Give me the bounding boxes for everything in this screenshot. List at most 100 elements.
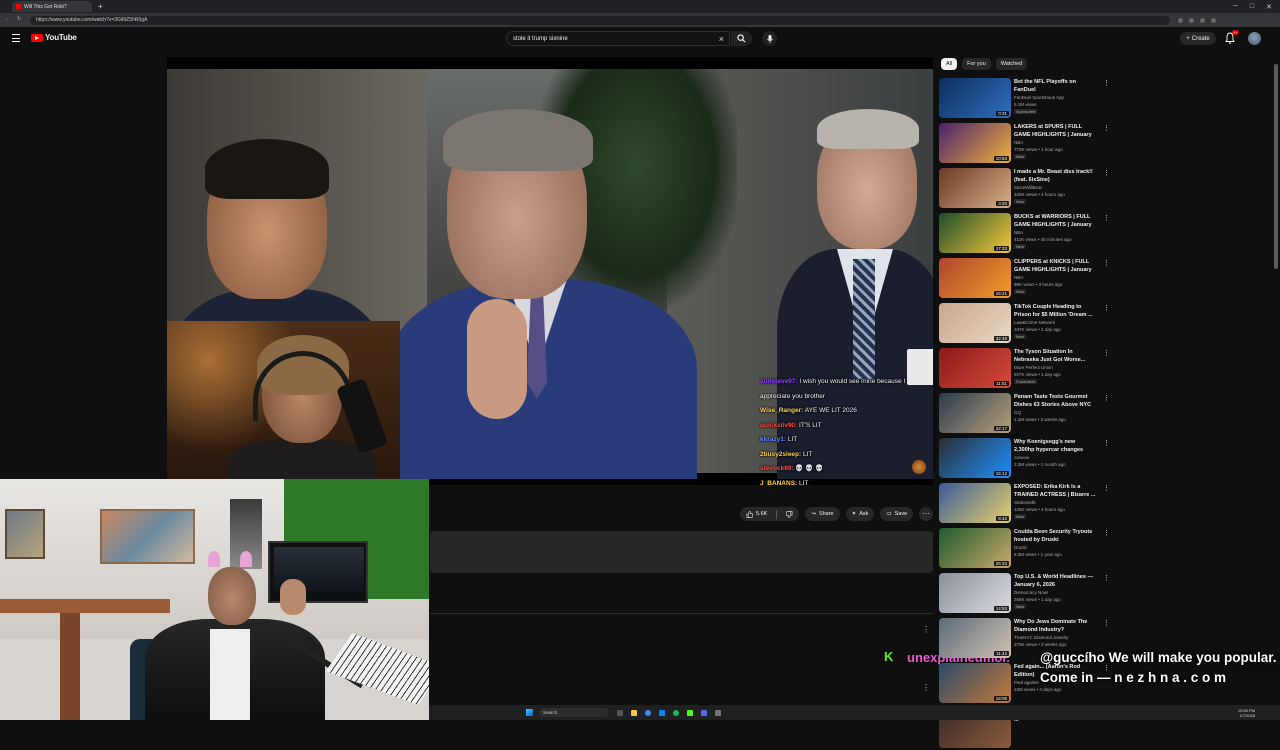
browser-tab[interactable]: Will This Get Rekt? <box>12 1 92 12</box>
video-menu-icon[interactable]: ⋮ <box>1103 664 1110 672</box>
channel-name[interactable]: Paul againts <box>1014 680 1039 685</box>
save-button[interactable]: ▭ Save <box>880 507 914 521</box>
channel-name[interactable]: Stationed5 <box>1014 500 1036 505</box>
video-menu-icon[interactable]: ⋮ <box>1103 394 1110 402</box>
video-menu-icon[interactable]: ⋮ <box>1103 79 1110 87</box>
extension-icon[interactable] <box>1200 17 1205 23</box>
share-button[interactable]: ↪ Share <box>805 507 840 521</box>
video-thumbnail[interactable]: 17:33 <box>939 213 1011 253</box>
address-bar[interactable]: https://www.youtube.com/watch?v=3Gi6tZ5h… <box>30 15 1170 25</box>
recommended-video[interactable]: 9:42 EXPOSED: Erika Kirk Is a TRAINED ACT… <box>939 483 1111 525</box>
minimize-icon[interactable]: ─ <box>1233 3 1238 11</box>
video-thumbnail[interactable]: 11:42 <box>939 618 1011 658</box>
comment-menu-icon[interactable]: ⋮ <box>922 683 930 692</box>
recommended-video[interactable]: 11:51 The Tyson Situation In Nebraska Jus… <box>939 348 1111 390</box>
channel-name[interactable]: FanDuel Sportsbook App <box>1014 95 1064 100</box>
video-title[interactable]: EXPOSED: Erika Kirk Is a TRAINED ACTRESS… <box>1014 484 1096 499</box>
video-title[interactable]: Why Do Jews Dominate The Diamond Industr… <box>1014 619 1096 634</box>
account-avatar[interactable] <box>1248 32 1261 45</box>
search-input[interactable]: stole it trump sixnine × <box>506 31 730 46</box>
discord-icon[interactable] <box>701 709 707 716</box>
windows-start-icon[interactable] <box>526 709 533 716</box>
channel-name[interactable]: TrueNYC Diamond Jewelry <box>1014 635 1068 640</box>
video-thumbnail[interactable]: 26:33 <box>939 528 1011 568</box>
youtube-logo[interactable]: YouTube <box>31 33 77 42</box>
video-thumbnail[interactable]: 15:12 <box>939 438 1011 478</box>
channel-name[interactable]: Democracy Now! <box>1014 590 1048 595</box>
recommended-video[interactable]: 11:42 Why Do Jews Dominate The Diamond In… <box>939 618 1111 660</box>
profile-icon[interactable] <box>1211 17 1216 23</box>
video-thumbnail[interactable]: 10:53 <box>939 123 1011 163</box>
file-explorer-icon[interactable] <box>631 709 637 716</box>
kick-app-icon[interactable] <box>687 709 693 716</box>
video-title[interactable]: Fed again... (Aaron's Rod Edition) <box>1014 664 1096 679</box>
recommended-video[interactable]: 22:17 Panam Taste Tests Gourmet Dishes 63… <box>939 393 1111 435</box>
recommended-video[interactable]: 18:05 Fed again... (Aaron's Rod Edition) P… <box>939 663 1111 705</box>
video-menu-icon[interactable]: ⋮ <box>1103 484 1110 492</box>
recommended-video[interactable]: 16:21 CLIPPERS at KNICKS | FULL GAME HIGH… <box>939 258 1111 300</box>
video-title[interactable]: Bet the NFL Playoffs on FanDuel <box>1014 79 1096 94</box>
description-box[interactable] <box>430 531 933 573</box>
video-title[interactable]: The Tyson Situation In Nebraska Just Got… <box>1014 349 1096 364</box>
video-menu-icon[interactable]: ⋮ <box>1103 349 1110 357</box>
page-scrollbar[interactable] <box>1274 64 1278 269</box>
reload-icon[interactable]: ↻ <box>17 16 21 22</box>
video-menu-icon[interactable]: ⋮ <box>1103 214 1110 222</box>
clear-search-icon[interactable]: × <box>719 34 724 44</box>
video-title[interactable]: Top U.S. & World Headlines — January 6, … <box>1014 574 1096 589</box>
spotify-icon[interactable] <box>673 709 679 716</box>
channel-name[interactable]: carwow <box>1014 455 1029 460</box>
video-thumbnail[interactable]: 3:20 <box>939 168 1011 208</box>
recommended-video[interactable]: 32:48 TikTok Couple Heading to Prison for… <box>939 303 1111 345</box>
video-menu-icon[interactable]: ⋮ <box>1103 259 1110 267</box>
recommended-video[interactable]: 17:33 BUCKS at WARRIORS | FULL GAME HIGHL… <box>939 213 1111 255</box>
video-thumbnail[interactable]: 0:31 <box>939 78 1011 118</box>
video-thumbnail[interactable]: 11:51 <box>939 348 1011 388</box>
video-title[interactable]: Coulda Been Security Tryouts hosted by D… <box>1014 529 1096 544</box>
task-view-icon[interactable] <box>617 709 623 716</box>
extension-icon[interactable] <box>1178 17 1183 23</box>
video-thumbnail[interactable]: 32:48 <box>939 303 1011 343</box>
back-icon[interactable]: ← <box>5 16 10 22</box>
taskbar-search[interactable]: Search <box>539 708 609 717</box>
recommended-video[interactable]: 26:33 Coulda Been Security Tryouts hosted… <box>939 528 1111 570</box>
ask-button[interactable]: ✦ Ask <box>845 507 875 521</box>
video-title[interactable]: LAKERS at SPURS | FULL GAME HIGHLIGHTS |… <box>1014 124 1096 139</box>
new-tab-icon[interactable]: + <box>98 2 103 11</box>
chrome-icon[interactable] <box>645 709 651 716</box>
recommended-video[interactable]: 10:53 LAKERS at SPURS | FULL GAME HIGHLIG… <box>939 123 1111 165</box>
recommended-video[interactable]: 3:20 I made a Mr. Beast diss track!! (fea… <box>939 168 1111 210</box>
voice-search-button[interactable] <box>762 31 777 46</box>
video-thumbnail[interactable]: 22:17 <box>939 393 1011 433</box>
menu-icon[interactable] <box>12 34 20 42</box>
video-menu-icon[interactable]: ⋮ <box>1103 619 1110 627</box>
video-title[interactable]: TikTok Couple Heading to Prison for $5 M… <box>1014 304 1096 319</box>
dislike-button[interactable] <box>780 507 799 521</box>
video-menu-icon[interactable]: ⋮ <box>1103 304 1110 312</box>
filter-chip[interactable]: For you <box>962 58 991 70</box>
extension-icon[interactable] <box>1189 17 1194 23</box>
video-title[interactable]: Why Koenigsegg's new 2,300hp hypercar ch… <box>1014 439 1096 454</box>
video-menu-icon[interactable]: ⋮ <box>1103 529 1110 537</box>
channel-name[interactable]: More Perfect Union <box>1014 365 1053 370</box>
app-icon[interactable] <box>715 709 721 716</box>
like-button[interactable]: 5.6K <box>740 507 773 521</box>
maximize-icon[interactable]: □ <box>1250 3 1254 11</box>
video-menu-icon[interactable]: ⋮ <box>1103 169 1110 177</box>
channel-name[interactable]: GQ <box>1014 410 1021 415</box>
create-button[interactable]: + Create <box>1180 32 1216 45</box>
more-actions-icon[interactable]: ⋯ <box>919 507 934 521</box>
edge-icon[interactable] <box>659 709 665 716</box>
video-title[interactable]: CLIPPERS at KNICKS | FULL GAME HIGHLIGHT… <box>1014 259 1096 274</box>
video-menu-icon[interactable]: ⋮ <box>1103 124 1110 132</box>
recommended-video[interactable]: 14:53 Top U.S. & World Headlines — Januar… <box>939 573 1111 615</box>
video-title[interactable]: BUCKS at WARRIORS | FULL GAME HIGHLIGHTS… <box>1014 214 1096 229</box>
video-thumbnail[interactable]: 9:42 <box>939 483 1011 523</box>
recommended-video[interactable]: 15:12 Why Koenigsegg's new 2,300hp hyperc… <box>939 438 1111 480</box>
video-thumbnail[interactable]: 14:53 <box>939 573 1011 613</box>
video-thumbnail[interactable]: 18:05 <box>939 663 1011 703</box>
video-thumbnail[interactable]: 16:21 <box>939 258 1011 298</box>
search-button[interactable] <box>731 31 752 46</box>
video-menu-icon[interactable]: ⋮ <box>1103 574 1110 582</box>
channel-name[interactable]: NBA <box>1014 230 1023 235</box>
